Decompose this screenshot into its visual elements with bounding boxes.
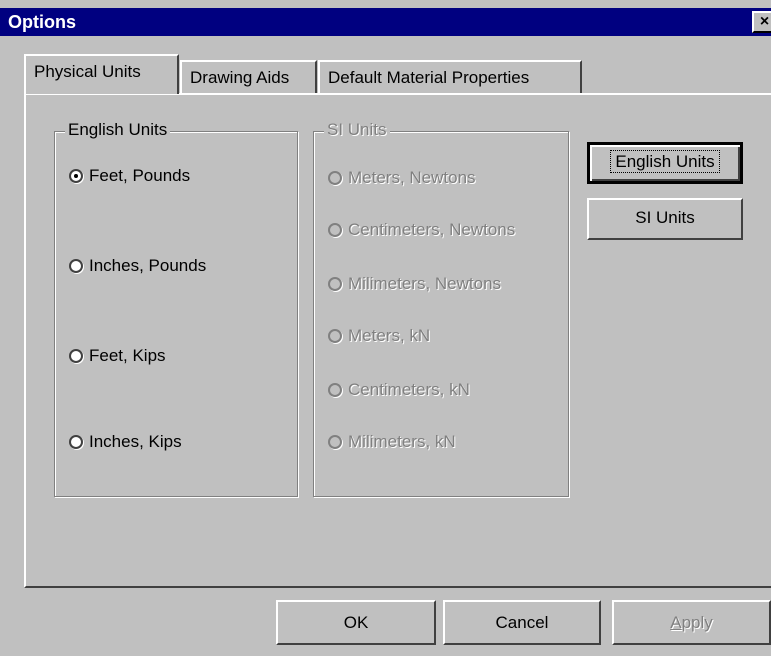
physical-units-panel: English Units Feet, Pounds Inches, Pound… [24,93,771,588]
radio-icon [328,435,342,449]
radio-checked-icon [69,169,83,183]
radio-label: Centimeters, Newtons [348,220,516,239]
radio-milimeters-kn[interactable]: Milimeters, kN [328,432,456,452]
tab-drawing-aids[interactable]: Drawing Aids [180,60,317,94]
radio-icon [328,223,342,237]
options-dialog: Options × Physical Units Drawing Aids De… [0,0,771,656]
radio-milimeters-newtons[interactable]: Milimeters, Newtons [328,274,501,294]
title-bar[interactable]: Options × [0,8,771,36]
close-button[interactable]: × [752,11,771,33]
si-units-group: SI Units Meters, Newtons Centimeters, Ne… [313,120,569,497]
radio-label: Milimeters, Newtons [348,274,502,293]
group-legend: SI Units [324,120,390,140]
apply-button[interactable]: Apply [612,600,771,645]
close-icon: × [759,13,770,30]
window-title: Options [8,12,76,32]
button-label: English Units [610,150,720,173]
radio-icon [328,171,342,185]
si-units-button[interactable]: SI Units [587,198,743,240]
apply-accelerator: A [670,613,682,632]
button-label: OK [343,613,369,632]
tab-label: Physical Units [34,62,141,81]
radio-icon [69,259,83,273]
group-legend: English Units [65,120,171,140]
radio-inches-kips[interactable]: Inches, Kips [69,432,182,452]
radio-centimeters-newtons[interactable]: Centimeters, Newtons [328,220,515,240]
radio-icon [328,277,342,291]
radio-inches-pounds[interactable]: Inches, Pounds [69,256,206,276]
radio-icon [328,329,342,343]
radio-meters-newtons[interactable]: Meters, Newtons [328,168,476,188]
radio-label: Feet, Pounds [89,166,191,185]
radio-feet-kips[interactable]: Feet, Kips [69,346,166,366]
radio-icon [328,383,342,397]
tab-physical-units[interactable]: Physical Units [24,54,179,94]
radio-icon [69,435,83,449]
button-label: SI Units [635,208,695,227]
tab-default-material-properties[interactable]: Default Material Properties [318,60,582,94]
ok-button[interactable]: OK [276,600,436,645]
cancel-button[interactable]: Cancel [443,600,601,645]
radio-icon [69,349,83,363]
button-label: Cancel [495,613,549,632]
radio-feet-pounds[interactable]: Feet, Pounds [69,166,190,186]
radio-label: Feet, Kips [89,346,166,365]
radio-label: Inches, Kips [89,432,182,451]
radio-label: Milimeters, kN [348,432,456,451]
tab-label: Drawing Aids [190,68,290,87]
apply-label-rest: pply [681,613,713,632]
radio-label: Inches, Pounds [89,256,207,275]
radio-label: Centimeters, kN [348,380,470,399]
radio-label: Meters, kN [348,326,431,345]
english-units-group: English Units Feet, Pounds Inches, Pound… [54,120,298,497]
radio-centimeters-kn[interactable]: Centimeters, kN [328,380,470,400]
radio-meters-kn[interactable]: Meters, kN [328,326,430,346]
radio-label: Meters, Newtons [348,168,476,187]
english-units-button[interactable]: English Units [587,142,743,184]
tab-label: Default Material Properties [328,68,530,87]
